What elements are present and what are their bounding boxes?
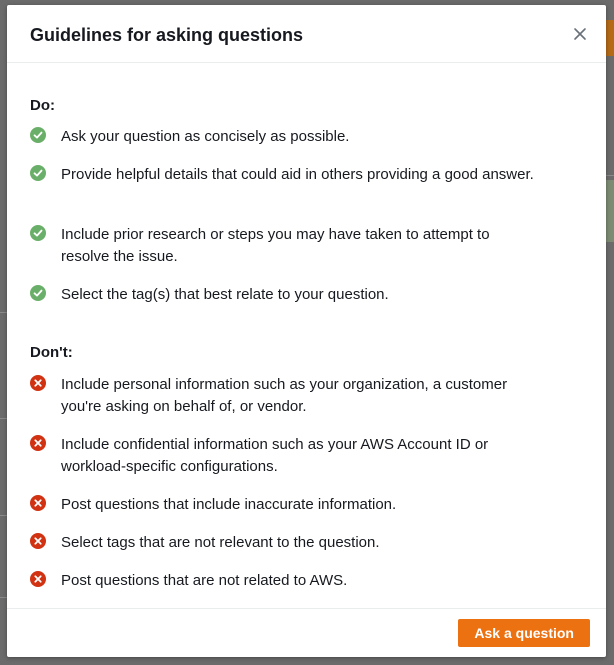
dont-item-text: Post questions that are not related to A…: [61, 572, 348, 589]
ask-a-question-button[interactable]: Ask a question: [458, 619, 590, 647]
do-item-text: Ask your question as concisely as possib…: [61, 128, 350, 145]
background-divider: [0, 418, 7, 419]
guidelines-modal: Guidelines for asking questions Do: Ask …: [7, 5, 606, 657]
background-divider: [0, 597, 7, 598]
dont-item-text: Include personal information such as you…: [61, 376, 508, 415]
x-circle-icon: [30, 571, 46, 587]
background-divider: [0, 515, 7, 516]
do-heading: Do:: [30, 97, 55, 114]
check-circle-icon: [30, 225, 46, 241]
background-green-alert: [606, 180, 614, 242]
modal-footer: Ask a question: [7, 608, 606, 657]
dont-item-text: Include confidential information such as…: [61, 436, 489, 475]
modal-title: Guidelines for asking questions: [30, 25, 304, 45]
modal-header: Guidelines for asking questions: [7, 5, 606, 63]
check-circle-icon: [30, 165, 46, 181]
x-circle-icon: [30, 533, 46, 549]
x-circle-icon: [30, 435, 46, 451]
background-divider: [0, 312, 7, 313]
x-circle-icon: [30, 495, 46, 511]
dont-heading: Don't:: [30, 344, 73, 361]
modal-body: Do: Ask your question as concisely as po…: [7, 63, 606, 609]
dont-item-text: Post questions that include inaccurate i…: [61, 496, 397, 513]
do-item-text: Include prior research or steps you may …: [61, 226, 490, 265]
close-icon: [574, 28, 586, 40]
check-circle-icon: [30, 285, 46, 301]
check-circle-icon: [30, 127, 46, 143]
do-item-text: Provide helpful details that could aid i…: [61, 166, 534, 183]
do-item-text: Select the tag(s) that best relate to yo…: [61, 286, 389, 303]
x-circle-icon: [30, 375, 46, 391]
dont-item-text: Select tags that are not relevant to the…: [61, 534, 380, 551]
background-divider: [606, 175, 614, 176]
close-button[interactable]: [569, 23, 591, 45]
